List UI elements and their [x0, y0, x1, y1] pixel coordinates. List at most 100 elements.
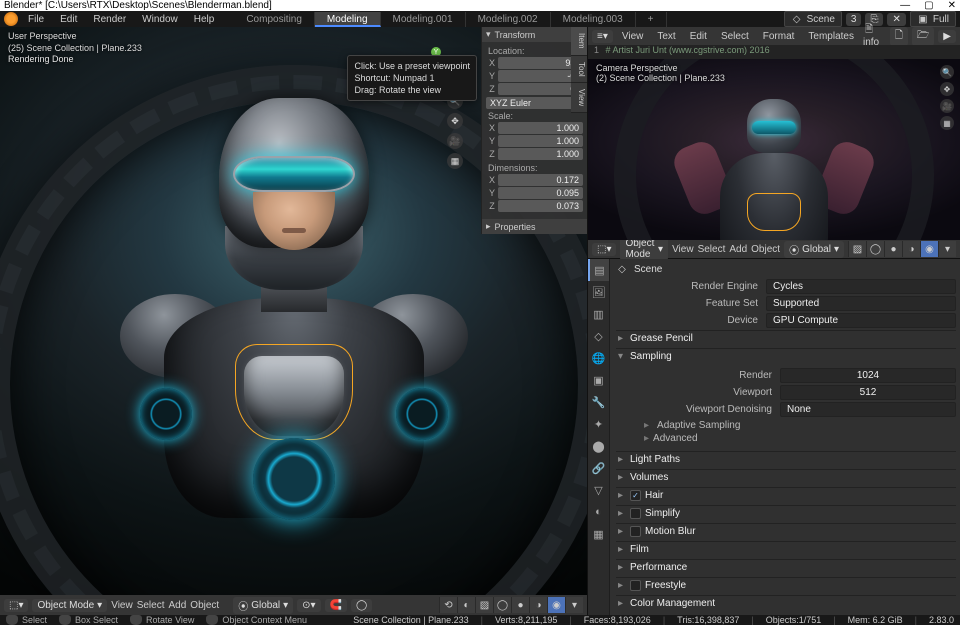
text-menu-select[interactable]: Select — [716, 31, 754, 42]
dim-z-field[interactable]: 0.073 — [498, 200, 583, 212]
panel-properties-header[interactable]: ▸ Properties — [482, 219, 587, 234]
menu-render[interactable]: Render — [87, 14, 132, 25]
text-editor-body[interactable]: 1 # Artist Juri Unt (www.cgstrive.com) 2… — [588, 45, 960, 59]
viewport-menu-view[interactable]: View — [111, 600, 133, 611]
solid-shading-icon[interactable]: ● — [511, 597, 529, 613]
text-new-button[interactable]: 🗋 — [890, 27, 908, 46]
orientation-selector[interactable]: ⦿ Global ▾ — [233, 597, 293, 614]
text-menu-format[interactable]: Format — [758, 31, 800, 42]
perspective-toggle-icon[interactable]: ▦ — [447, 153, 463, 169]
tab-object-icon[interactable]: ▣ — [588, 369, 609, 391]
pivot-selector[interactable]: ⊙▾ — [297, 599, 320, 612]
viewlayer-selector[interactable]: ▣ Full — [910, 11, 956, 27]
window-minimize-button[interactable]: — — [900, 0, 910, 11]
viewport-menu-select[interactable]: Select — [698, 244, 726, 255]
panel-motion-blur[interactable]: Motion Blur — [616, 523, 956, 539]
workspace-tab[interactable]: Modeling.003 — [551, 12, 636, 27]
mode-selector[interactable]: Object Mode ▾ — [32, 599, 107, 612]
rendered-shading-icon[interactable]: ◉ — [547, 597, 565, 613]
snap-toggle[interactable]: 🧲 — [325, 599, 347, 612]
orientation-selector[interactable]: ⦿ Global ▾ — [784, 241, 844, 258]
tab-constraints-icon[interactable]: 🔗 — [588, 457, 609, 479]
move-view-icon[interactable]: ✥ — [940, 82, 954, 96]
text-open-button[interactable]: 🗁 — [912, 27, 934, 46]
shading-options-icon[interactable]: ▾ — [565, 597, 583, 613]
dim-y-field[interactable]: 0.095 — [498, 187, 583, 199]
gizmo-toggle-icon[interactable]: ⟲ — [439, 597, 457, 613]
overlay-toggle-icon[interactable]: ◐ — [457, 597, 475, 613]
panel-sampling[interactable]: Sampling — [616, 348, 956, 364]
n-tab-item[interactable]: Item — [571, 27, 587, 56]
workspace-tab[interactable]: Compositing — [234, 12, 315, 27]
subpanel-advanced[interactable]: Advanced — [630, 432, 956, 445]
tab-viewlayer-icon[interactable]: ▥ — [588, 303, 609, 325]
workspace-tab[interactable]: Modeling.002 — [466, 12, 551, 27]
tab-scene-icon[interactable]: ◇ — [588, 325, 609, 347]
tab-world-icon[interactable]: 🌐 — [588, 347, 609, 369]
text-run-button[interactable]: ▶ — [938, 30, 956, 43]
render-engine-field[interactable]: Cycles — [766, 279, 956, 294]
panel-volumes[interactable]: Volumes — [616, 469, 956, 485]
scene-users-count[interactable]: 3 — [846, 13, 862, 26]
workspace-tab[interactable]: Modeling — [315, 12, 381, 27]
workspace-tab[interactable]: Modeling.001 — [381, 12, 466, 27]
dim-x-field[interactable]: 0.172 — [498, 174, 583, 186]
window-maximize-button[interactable]: ▢ — [924, 0, 933, 11]
panel-color-management[interactable]: Color Management — [616, 595, 956, 611]
window-close-button[interactable]: ✕ — [948, 0, 956, 11]
move-view-icon[interactable]: ✥ — [447, 113, 463, 129]
panel-hair[interactable]: Hair — [616, 487, 956, 503]
editor-type-selector[interactable]: ⬚▾ — [4, 599, 28, 612]
viewport-menu-add[interactable]: Add — [169, 600, 187, 611]
viewport-menu-view[interactable]: View — [672, 244, 694, 255]
editor-type-selector[interactable]: ⬚▾ — [592, 243, 616, 256]
wireframe-shading-icon[interactable]: ◯ — [866, 241, 884, 257]
menu-file[interactable]: File — [22, 14, 50, 25]
tab-output-icon[interactable]: 🖼 — [588, 281, 609, 303]
viewport-menu-select[interactable]: Select — [137, 600, 165, 611]
camera-view-icon[interactable]: 🎥 — [940, 99, 954, 113]
viewport-menu-object[interactable]: Object — [190, 600, 219, 611]
camera-view-icon[interactable]: 🎥 — [447, 133, 463, 149]
panel-simplify[interactable]: Simplify — [616, 505, 956, 521]
menu-edit[interactable]: Edit — [54, 14, 83, 25]
shading-options-icon[interactable]: ▾ — [938, 241, 956, 257]
panel-freestyle[interactable]: Freestyle — [616, 577, 956, 593]
zoom-icon[interactable]: 🔍 — [940, 65, 954, 79]
tab-material-icon[interactable]: ◐ — [588, 501, 609, 523]
tab-texture-icon[interactable]: ▦ — [588, 523, 609, 545]
panel-performance[interactable]: Performance — [616, 559, 956, 575]
n-tab-tool[interactable]: Tool — [571, 56, 587, 84]
text-menu-text[interactable]: Text — [652, 31, 680, 42]
proportional-edit-toggle[interactable]: ◯ — [351, 599, 372, 612]
viewport-denoise-field[interactable]: None — [780, 402, 956, 417]
tab-mesh-icon[interactable]: ▽ — [588, 479, 609, 501]
viewport-samples-field[interactable]: 512 — [780, 385, 956, 400]
panel-film[interactable]: Film — [616, 541, 956, 557]
scene-selector[interactable]: ◇ Scene — [784, 11, 842, 27]
properties-breadcrumb[interactable]: Scene — [634, 264, 662, 275]
workspace-add-button[interactable]: + — [636, 12, 667, 27]
viewport-menu-object[interactable]: Object — [751, 244, 780, 255]
matprev-shading-icon[interactable]: ◑ — [902, 241, 920, 257]
xray-toggle-icon[interactable]: ▨ — [848, 241, 866, 257]
tab-particles-icon[interactable]: ✦ — [588, 413, 609, 435]
text-menu-view[interactable]: View — [617, 31, 649, 42]
viewport-menu-add[interactable]: Add — [729, 244, 747, 255]
text-menu-edit[interactable]: Edit — [685, 31, 712, 42]
panel-light-paths[interactable]: Light Paths — [616, 451, 956, 467]
viewport-secondary[interactable]: Camera Perspective (2) Scene Collection … — [588, 59, 960, 240]
text-menu-templates[interactable]: Templates — [803, 31, 859, 42]
scale-z-field[interactable]: 1.000 — [498, 148, 583, 160]
feature-set-field[interactable]: Supported — [766, 296, 956, 311]
wireframe-shading-icon[interactable]: ◯ — [493, 597, 511, 613]
perspective-toggle-icon[interactable]: ▦ — [940, 116, 954, 130]
tab-modifiers-icon[interactable]: 🔧 — [588, 391, 609, 413]
scale-y-field[interactable]: 1.000 — [498, 135, 583, 147]
render-samples-field[interactable]: 1024 — [780, 368, 956, 383]
tab-render-icon[interactable]: ▤ — [588, 259, 609, 281]
subpanel-adaptive-sampling[interactable]: Adaptive Sampling — [630, 419, 956, 432]
matprev-shading-icon[interactable]: ◑ — [529, 597, 547, 613]
editor-type-selector[interactable]: ≡▾ — [592, 30, 613, 43]
rotation-mode-field[interactable]: XYZ Euler — [486, 97, 583, 109]
